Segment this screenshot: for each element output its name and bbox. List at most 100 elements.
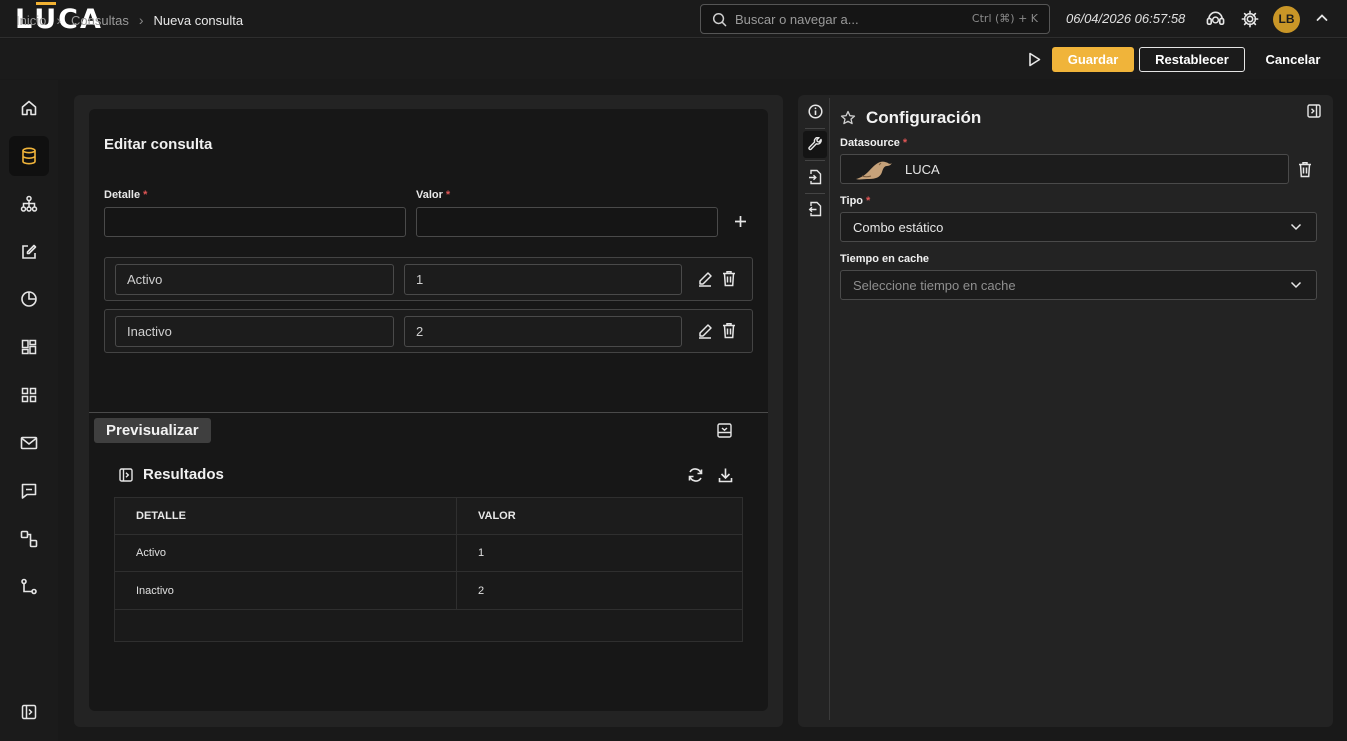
table-cell: Inactivo (114, 571, 457, 610)
table-header-row: DETALLE VALOR (114, 497, 743, 535)
table-cell: 2 (456, 571, 743, 610)
file-import-icon (808, 169, 822, 185)
sidebar-item-charts[interactable] (9, 279, 49, 319)
datasource-value: LUCA (905, 162, 940, 177)
download-icon[interactable] (718, 467, 733, 483)
list-item (104, 257, 753, 301)
breadcrumb-item-consultas[interactable]: Consultas (71, 13, 129, 28)
add-row-button[interactable] (734, 215, 747, 228)
chevron-down-icon (1290, 281, 1302, 289)
cache-placeholder: Seleccione tiempo en cache (853, 278, 1016, 293)
search-shortcut-hint: Ctrl (⌘) + K (971, 12, 1038, 25)
search-input[interactable] (735, 10, 955, 28)
trash-icon[interactable] (722, 322, 736, 339)
trash-icon[interactable] (722, 270, 736, 287)
search-icon (712, 12, 727, 27)
list-item (104, 309, 753, 353)
sidebar-item-versions[interactable] (9, 567, 49, 607)
grid-icon (21, 387, 37, 403)
collapse-preview-icon[interactable] (717, 423, 732, 438)
chevron-right-icon: › (56, 12, 62, 28)
cache-time-select[interactable]: Seleccione tiempo en cache (840, 270, 1317, 300)
hierarchy-icon (20, 195, 38, 213)
datasource-label: Datasource * (840, 137, 908, 149)
tipo-select[interactable]: Combo estático (840, 212, 1317, 242)
cache-label: Tiempo en cache (840, 253, 930, 265)
datasource-select[interactable]: LUCA (840, 154, 1289, 184)
sidebar-item-widgets[interactable] (9, 375, 49, 415)
breadcrumb: Inicio › Consultas › Nueva consulta (16, 12, 243, 28)
row-value-input[interactable] (404, 264, 682, 295)
detail-input[interactable] (104, 207, 406, 237)
tipo-value: Combo estático (853, 220, 944, 235)
config-title: Configuración (866, 108, 982, 127)
tab-settings[interactable] (803, 131, 827, 158)
refresh-icon[interactable] (687, 467, 704, 483)
table-row: Activo 1 (114, 534, 743, 573)
results-title: Resultados (143, 466, 224, 483)
sidebar (0, 80, 58, 741)
chat-icon (20, 482, 38, 500)
plus-icon (734, 215, 747, 228)
trash-icon[interactable] (1298, 161, 1312, 178)
panel-collapse-icon[interactable] (1307, 104, 1321, 118)
value-input[interactable] (416, 207, 718, 237)
current-datetime: 06/04/2026 06:57:58 (1066, 11, 1186, 26)
info-icon (807, 104, 823, 119)
pencil-icon[interactable] (697, 323, 713, 339)
tab-preview[interactable]: Previsualizar (94, 418, 211, 443)
cancel-button[interactable]: Cancelar (1252, 47, 1334, 72)
gear-icon[interactable] (1241, 10, 1259, 28)
sidebar-item-home[interactable] (9, 88, 49, 128)
database-icon (21, 147, 37, 165)
configuration-panel (798, 95, 1333, 727)
breadcrumb-item-inicio[interactable]: Inicio (16, 13, 46, 28)
sidebar-toggle-icon (21, 704, 37, 720)
global-search[interactable]: Ctrl (⌘) + K (700, 4, 1050, 34)
row-value-input[interactable] (404, 316, 682, 347)
file-export-icon (808, 201, 822, 217)
detail-label: Detalle * (104, 189, 148, 201)
run-icon[interactable] (1028, 52, 1041, 67)
breadcrumb-item-current: Nueva consulta (153, 12, 244, 28)
mail-icon (20, 435, 38, 451)
wrench-icon (807, 137, 823, 152)
mariadb-seal-logo (853, 157, 895, 183)
column-header-valor[interactable]: VALOR (456, 497, 743, 535)
support-icon[interactable] (1206, 10, 1225, 28)
sidebar-item-chat[interactable] (9, 471, 49, 511)
sidebar-collapse-button[interactable] (9, 692, 49, 732)
sidebar-item-dashboards[interactable] (9, 327, 49, 367)
chevron-up-icon[interactable] (1316, 13, 1328, 22)
user-avatar[interactable]: LB (1273, 6, 1300, 33)
chevron-right-icon: › (138, 12, 144, 28)
value-label: Valor * (416, 189, 451, 201)
home-icon (20, 99, 38, 117)
pencil-icon[interactable] (697, 271, 713, 287)
sidebar-item-edit[interactable] (9, 232, 49, 272)
results-table: DETALLE VALOR Activo 1 Inactivo 2 (114, 497, 743, 643)
save-button[interactable]: Guardar (1052, 47, 1134, 72)
edit-icon (20, 243, 38, 261)
column-header-detalle[interactable]: DETALLE (114, 497, 457, 535)
table-cell: 1 (456, 534, 743, 573)
sidebar-item-database[interactable] (9, 136, 49, 176)
row-detail-input[interactable] (115, 316, 394, 347)
star-icon[interactable] (840, 110, 856, 126)
sidebar-item-mail[interactable] (9, 423, 49, 463)
tab-info[interactable] (803, 98, 827, 125)
reset-button[interactable]: Restablecer (1139, 47, 1245, 72)
row-detail-input[interactable] (115, 264, 394, 295)
sidebar-item-hierarchy[interactable] (9, 184, 49, 224)
tipo-label: Tipo * (840, 195, 871, 207)
tab-output[interactable] (803, 195, 827, 222)
edit-query-title: Editar consulta (104, 136, 213, 153)
table-cell: Activo (114, 534, 457, 573)
table-empty-row (114, 609, 743, 643)
tab-input[interactable] (803, 163, 827, 190)
config-tabs-divider (829, 98, 830, 720)
sidebar-item-flows[interactable] (9, 519, 49, 559)
chevron-down-icon (1290, 223, 1302, 231)
dashboard-icon (21, 339, 37, 355)
results-panel-icon[interactable] (119, 468, 133, 482)
